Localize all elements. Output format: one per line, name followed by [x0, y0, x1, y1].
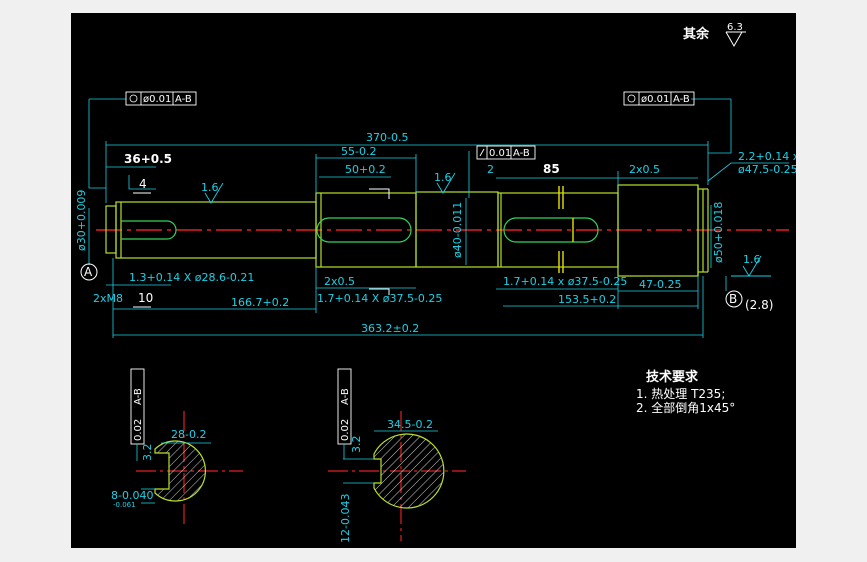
dim-thread: 2xM8 [93, 292, 123, 305]
roughness-note-value: 6.3 [727, 22, 743, 33]
sec2-tol-datum: A-B [340, 388, 351, 405]
dim-depth: 10 [138, 291, 153, 305]
tol-frame-left: ø0.01 A-B [125, 91, 197, 106]
section-view-right: 0.02 A-B 34.5-0.2 3.2 12-0.043 [328, 368, 466, 543]
dim-55: 55-0.2 [341, 145, 376, 158]
sec1-tol-datum: A-B [133, 388, 144, 405]
cad-drawing: 其余 6.3 ø0.01 A-B ø0.01 A-B 0.01 A-B 370-… [75, 22, 800, 543]
drawing-sheet: 其余 6.3 ø0.01 A-B ø0.01 A-B 0.01 A-B 370-… [71, 13, 800, 548]
dim-groove-right-2: ø47.5-0.25 [738, 163, 796, 176]
tech-line-1: 1. 热处理 T235; [636, 387, 725, 401]
dim-2: 2 [487, 163, 494, 176]
dim-dia-40: ø40-0.011 [451, 202, 464, 258]
roughness-symbols [204, 172, 771, 277]
dim-groove-mid: 1.7+0.14 X ø37.5-0.25 [317, 292, 442, 305]
dim-total-length: 370-0.5 [366, 131, 408, 144]
dim-36: 36+0.5 [124, 152, 172, 166]
sec1-rough: 3.2 [141, 444, 154, 462]
dim-85: 85 [543, 162, 560, 176]
dim-4: 4 [139, 177, 147, 191]
datum-b-label: B [729, 292, 737, 306]
dim-50: 50+0.2 [345, 163, 386, 176]
tol-frame-center-value: 0.01 [489, 148, 511, 159]
dim-groove-right-bottom: 1.7+0.14 x ø37.5-0.25 [503, 275, 627, 288]
dim-dia-50: ø50+0.018 [712, 202, 725, 263]
tol-frame-left-value: ø0.01 [143, 94, 171, 105]
dim-groove-left: 1.3+0.14 X ø28.6-0.21 [129, 271, 254, 284]
datum-b-note: (2.8) [745, 298, 773, 312]
dim-153: 153.5+0.2 [558, 293, 616, 306]
dim-363: 363.2±0.2 [361, 322, 419, 335]
rough-16-1: 1.6 [201, 181, 219, 194]
sec1-key2: -0.061 [113, 501, 136, 509]
datum-b: B (2.8) [725, 290, 773, 312]
tol-frame-center-datum: A-B [513, 148, 530, 159]
sec2-key: 12-0.043 [339, 494, 352, 543]
dim-2x05-top: 2x0.5 [629, 163, 660, 176]
tol-frame-left-datum: A-B [175, 94, 192, 105]
tol-frame-center: 0.01 A-B [476, 145, 536, 160]
dim-2x05-bottom: 2x0.5 [324, 275, 355, 288]
section-view-left: 0.02 A-B 28-0.2 3.2 8-0.040 -0.061 [111, 368, 243, 525]
dim-dia-30: ø30+0.009 [75, 190, 88, 251]
roughness-note: 其余 6.3 [683, 22, 746, 48]
sec2-width: 34.5-0.2 [387, 418, 433, 431]
datum-a: A [80, 263, 98, 281]
sec1-width: 28-0.2 [171, 428, 206, 441]
rough-16-2: 1.6 [434, 171, 452, 184]
sec2-rough: 3.2 [350, 436, 363, 454]
dim-47: 47-0.25 [639, 278, 681, 291]
sec1-tol-value: 0.02 [133, 419, 144, 441]
tech-title: 技术要求 [646, 369, 699, 385]
tol-frame-right-datum: A-B [673, 94, 690, 105]
datum-a-label: A [84, 265, 93, 279]
roughness-note-label: 其余 [683, 26, 710, 42]
tech-requirements: 技术要求 1. 热处理 T235; 2. 全部倒角1x45° [636, 369, 735, 415]
tol-frame-right-value: ø0.01 [641, 94, 669, 105]
dim-groove-right-1: 2.2+0.14 x [738, 150, 796, 163]
dimension-texts: 370-0.5 55-0.2 50+0.2 36+0.5 4 2 85 2x0.… [75, 131, 800, 335]
tech-line-2: 2. 全部倒角1x45° [636, 400, 735, 415]
dim-166: 166.7+0.2 [231, 296, 289, 309]
rough-16-3: 1.6 [743, 253, 761, 266]
tol-frame-right: ø0.01 A-B [623, 91, 695, 106]
